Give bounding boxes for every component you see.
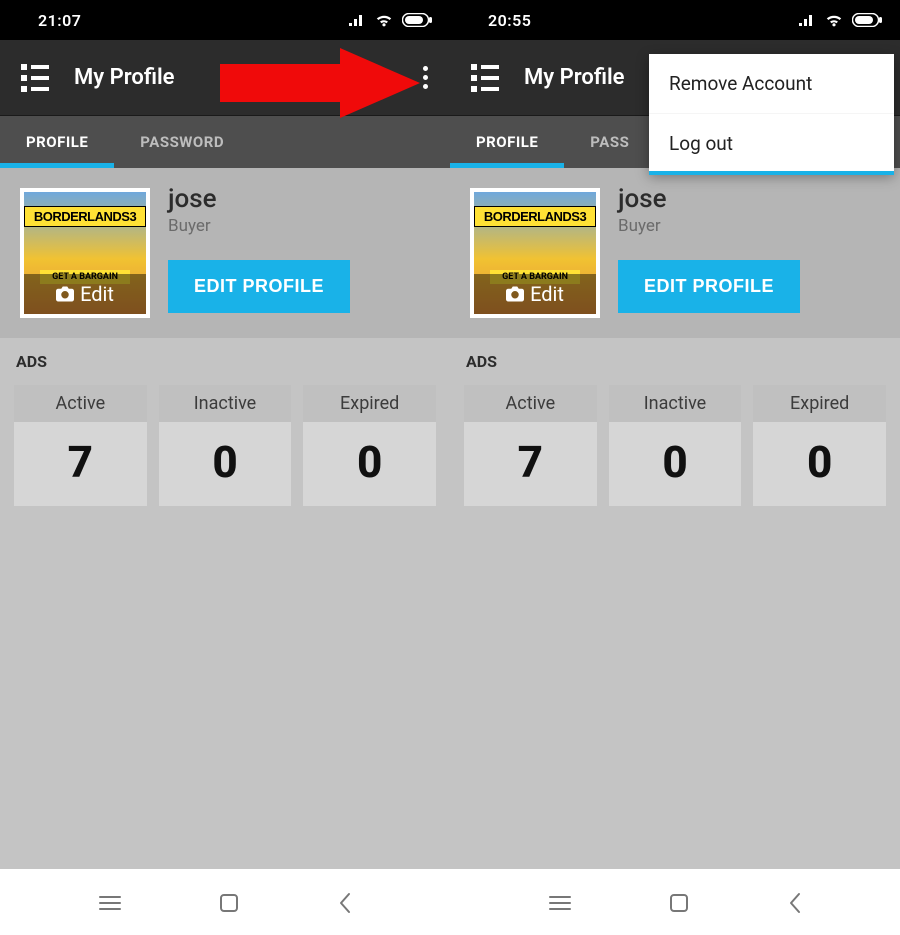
status-time: 21:07	[38, 11, 81, 30]
ads-section: ADS Active 7 Inactive 0 Expired 0	[0, 338, 450, 506]
page-title: My Profile	[74, 65, 175, 90]
ads-grid: Active 7 Inactive 0 Expired 0	[14, 385, 436, 506]
profile-name: jose	[168, 184, 430, 214]
avatar[interactable]: BORDERLANDS3 GET A BARGAIN Edit	[470, 188, 600, 318]
ads-card-value: 7	[14, 422, 147, 506]
menu-item-logout[interactable]: Log out	[649, 114, 894, 173]
hamburger-icon	[21, 64, 49, 92]
menu-icon[interactable]	[470, 64, 500, 92]
system-nav	[450, 869, 900, 935]
tab-profile[interactable]: PROFILE	[0, 116, 114, 168]
status-icons	[798, 12, 882, 28]
ads-card-inactive[interactable]: Inactive 0	[159, 385, 292, 506]
nav-recent-icon[interactable]	[548, 894, 572, 912]
ads-card-label: Expired	[303, 385, 436, 422]
ads-card-value: 7	[464, 422, 597, 506]
camera-icon	[56, 286, 74, 302]
menu-icon[interactable]	[20, 64, 50, 92]
ads-card-label: Inactive	[609, 385, 742, 422]
battery-icon	[852, 13, 882, 27]
avatar-edit-overlay[interactable]: Edit	[24, 274, 146, 314]
edit-profile-button[interactable]: EDIT PROFILE	[168, 260, 350, 313]
signal-icon	[798, 13, 816, 27]
nav-recent-icon[interactable]	[98, 894, 122, 912]
ads-card-label: Active	[464, 385, 597, 422]
ads-card-inactive[interactable]: Inactive 0	[609, 385, 742, 506]
status-bar: 20:55	[450, 0, 900, 40]
profile-header: BORDERLANDS3 GET A BARGAIN Edit jose Buy…	[0, 168, 450, 338]
profile-name: jose	[618, 184, 880, 214]
ads-card-expired[interactable]: Expired 0	[303, 385, 436, 506]
body: BORDERLANDS3 GET A BARGAIN Edit jose Buy…	[0, 168, 450, 871]
phone-left: 21:07 My Profile PROFILE PASSWO	[0, 0, 450, 935]
wifi-icon	[374, 12, 394, 28]
ads-card-active[interactable]: Active 7	[14, 385, 147, 506]
ads-card-label: Active	[14, 385, 147, 422]
menu-underline	[649, 171, 894, 175]
nav-back-icon[interactable]	[787, 892, 803, 914]
avatar-banner-top: BORDERLANDS3	[24, 206, 146, 227]
ads-card-active[interactable]: Active 7	[464, 385, 597, 506]
overflow-menu: Remove Account Log out	[649, 54, 894, 173]
app-bar: My Profile	[0, 40, 450, 116]
ads-card-value: 0	[303, 422, 436, 506]
profile-header: BORDERLANDS3 GET A BARGAIN Edit jose Buy…	[450, 168, 900, 338]
status-time: 20:55	[488, 11, 531, 30]
overflow-button[interactable]	[410, 66, 440, 89]
tab-password[interactable]: PASSWORD	[114, 116, 250, 168]
battery-icon	[402, 13, 432, 27]
profile-role: Buyer	[168, 216, 430, 236]
ads-section: ADS Active 7 Inactive 0 Expired 0	[450, 338, 900, 506]
page-title: My Profile	[524, 65, 625, 90]
avatar-banner-top: BORDERLANDS3	[474, 206, 596, 227]
ads-card-label: Expired	[753, 385, 886, 422]
nav-home-icon[interactable]	[219, 893, 239, 913]
signal-icon	[348, 13, 366, 27]
profile-meta: jose Buyer EDIT PROFILE	[618, 188, 880, 313]
nav-home-icon[interactable]	[669, 893, 689, 913]
tab-password[interactable]: PASS	[564, 116, 655, 168]
ads-card-label: Inactive	[159, 385, 292, 422]
ads-card-value: 0	[753, 422, 886, 506]
ads-title: ADS	[16, 352, 436, 371]
menu-item-remove-account[interactable]: Remove Account	[649, 54, 894, 114]
system-nav	[0, 869, 450, 935]
ads-card-expired[interactable]: Expired 0	[753, 385, 886, 506]
ads-title: ADS	[466, 352, 886, 371]
avatar[interactable]: BORDERLANDS3 GET A BARGAIN Edit	[20, 188, 150, 318]
phone-right: 20:55 My Profile PROFILE PASS	[450, 0, 900, 935]
camera-icon	[506, 286, 524, 302]
avatar-edit-overlay[interactable]: Edit	[474, 274, 596, 314]
wifi-icon	[824, 12, 844, 28]
nav-back-icon[interactable]	[337, 892, 353, 914]
body: BORDERLANDS3 GET A BARGAIN Edit jose Buy…	[450, 168, 900, 871]
ads-card-value: 0	[159, 422, 292, 506]
ads-card-value: 0	[609, 422, 742, 506]
tab-profile[interactable]: PROFILE	[450, 116, 564, 168]
overflow-icon	[423, 66, 428, 89]
profile-meta: jose Buyer EDIT PROFILE	[168, 188, 430, 313]
status-bar: 21:07	[0, 0, 450, 40]
hamburger-icon	[471, 64, 499, 92]
edit-profile-button[interactable]: EDIT PROFILE	[618, 260, 800, 313]
ads-grid: Active 7 Inactive 0 Expired 0	[464, 385, 886, 506]
profile-role: Buyer	[618, 216, 880, 236]
avatar-edit-label: Edit	[530, 282, 564, 306]
tabs: PROFILE PASSWORD	[0, 116, 450, 168]
avatar-edit-label: Edit	[80, 282, 114, 306]
status-icons	[348, 12, 432, 28]
